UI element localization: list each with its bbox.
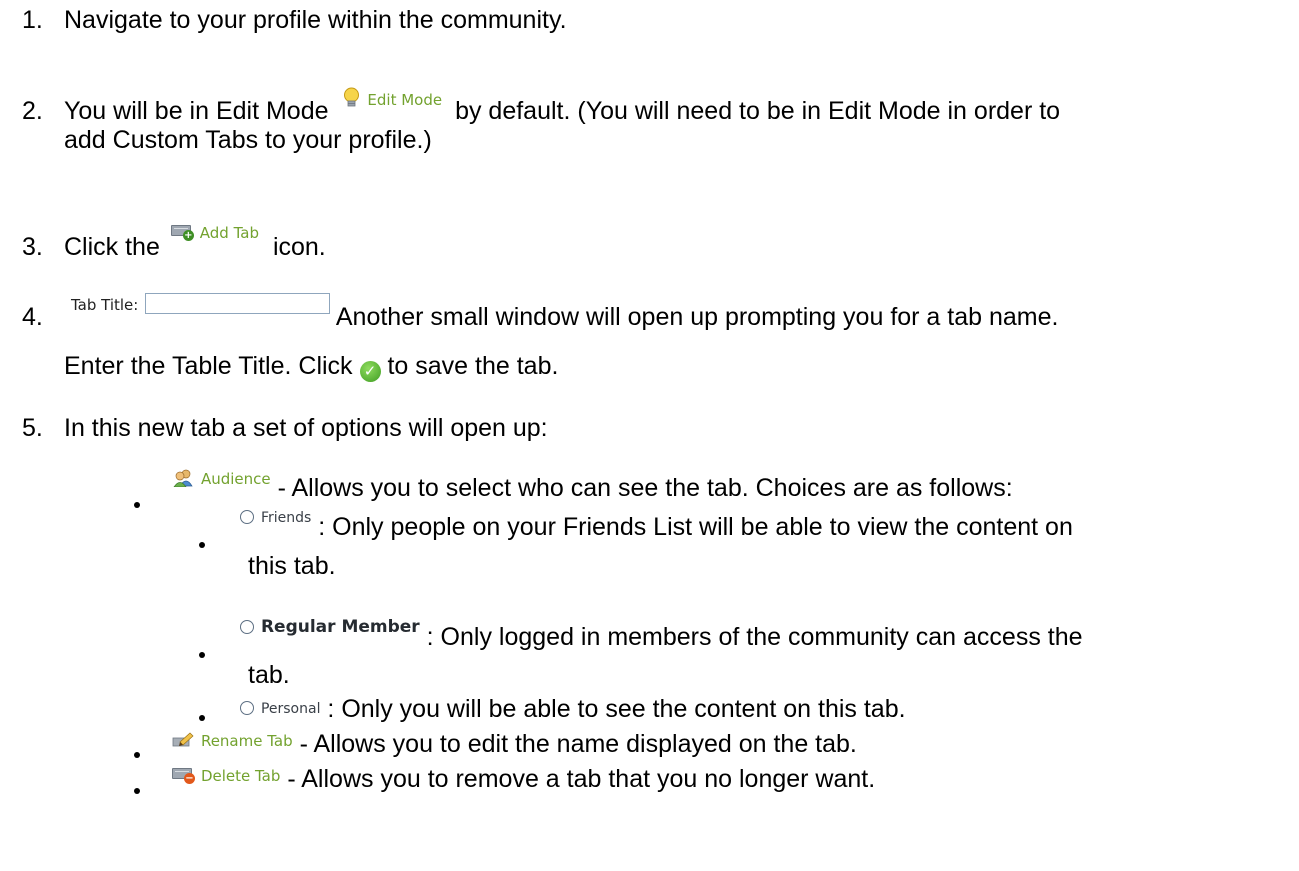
step-4-line2: Enter the Table Title. Click ✓ to save t… bbox=[64, 351, 558, 382]
option-personal: Personal : Only you will be able to see … bbox=[240, 694, 906, 728]
edit-mode-label: Edit Mode bbox=[367, 91, 443, 109]
step-1: 1. Navigate to your profile within the co… bbox=[0, 5, 567, 35]
regular-label: Regular Member bbox=[260, 617, 420, 637]
option-delete: − Delete Tab - Allows you to remove a ta… bbox=[172, 764, 875, 797]
audience-button[interactable]: Audience bbox=[172, 462, 278, 490]
personal-radio[interactable] bbox=[240, 701, 254, 715]
friends-desc: : Only people on your Friends List will … bbox=[318, 513, 1073, 541]
option-rename: Rename Tab - Allows you to edit the name… bbox=[172, 729, 857, 762]
step-text: In this new tab a set of options will op… bbox=[64, 414, 548, 442]
step-number: 4. bbox=[22, 303, 43, 331]
personal-label: Personal bbox=[260, 701, 321, 717]
tab-title-input[interactable] bbox=[145, 293, 331, 314]
friends-desc-line2: this tab. bbox=[248, 552, 336, 580]
tab-title-field: Tab Title: bbox=[71, 288, 336, 316]
step-number: 2. bbox=[22, 97, 43, 125]
delete-tab-icon: − bbox=[172, 767, 195, 784]
option-friends: Friends : Only people on your Friends Li… bbox=[240, 510, 1073, 546]
regular-desc: : Only logged in members of the communit… bbox=[426, 623, 1083, 651]
bullet bbox=[134, 502, 140, 508]
step-number: 1. bbox=[22, 6, 43, 34]
step-text-cont: icon. bbox=[272, 233, 326, 261]
step-4: 4. Tab Title: Another small window will … bbox=[0, 293, 1059, 335]
lightbulb-icon bbox=[344, 87, 360, 107]
tab-title-label: Tab Title: bbox=[70, 296, 139, 314]
regular-desc-line2: tab. bbox=[248, 661, 290, 689]
rename-pencil-icon bbox=[172, 732, 194, 747]
step-2-line2: add Custom Tabs to your profile.) bbox=[64, 126, 432, 154]
delete-tab-label: Delete Tab bbox=[200, 767, 281, 785]
bullet bbox=[134, 788, 140, 794]
bullet bbox=[199, 715, 205, 721]
delete-desc: - Allows you to remove a tab that you no… bbox=[287, 765, 876, 793]
step-number: 3. bbox=[22, 233, 43, 261]
regular-radio[interactable] bbox=[240, 620, 254, 634]
step-number: 5. bbox=[22, 414, 43, 442]
save-check-icon[interactable]: ✓ bbox=[359, 361, 381, 382]
delete-tab-button[interactable]: − Delete Tab bbox=[172, 759, 287, 787]
bullet bbox=[199, 652, 205, 658]
regular-radio-group[interactable]: Regular Member bbox=[240, 610, 427, 638]
option-regular: Regular Member : Only logged in members … bbox=[240, 617, 1083, 655]
step-text-cont: by default. (You will need to be in Edit… bbox=[455, 97, 1061, 125]
step-text: Click the bbox=[64, 233, 160, 261]
step-text: Enter the Table Title. Click bbox=[64, 352, 353, 380]
rename-tab-button[interactable]: Rename Tab bbox=[172, 724, 300, 752]
rename-desc: - Allows you to edit the name displayed … bbox=[299, 730, 857, 758]
friends-label: Friends bbox=[260, 510, 312, 526]
add-tab-button[interactable]: + Add Tab bbox=[170, 216, 266, 244]
step-text: You will be in Edit Mode bbox=[64, 97, 329, 125]
bullet bbox=[134, 752, 140, 758]
bullet bbox=[199, 542, 205, 548]
personal-desc: : Only you will be able to see the conte… bbox=[327, 695, 906, 723]
friends-radio-group[interactable]: Friends bbox=[240, 500, 318, 528]
step-text: Navigate to your profile within the comm… bbox=[64, 6, 567, 34]
step-3: 3. Click the + Add Tab icon. bbox=[0, 224, 326, 265]
step-text-cont: to save the tab. bbox=[387, 352, 559, 380]
friends-radio[interactable] bbox=[240, 510, 254, 524]
audience-icon bbox=[173, 469, 193, 488]
rename-tab-label: Rename Tab bbox=[200, 732, 293, 750]
edit-mode-button[interactable]: Edit Mode bbox=[343, 83, 449, 111]
step-5: 5. In this new tab a set of options will … bbox=[0, 413, 548, 443]
personal-radio-group[interactable]: Personal bbox=[240, 691, 327, 719]
step-text: Another small window will open up prompt… bbox=[335, 303, 1059, 331]
add-tab-icon: + bbox=[170, 224, 194, 241]
audience-label: Audience bbox=[200, 470, 271, 488]
audience-desc: - Allows you to select who can see the t… bbox=[277, 474, 1013, 502]
add-tab-label: Add Tab bbox=[199, 224, 259, 242]
